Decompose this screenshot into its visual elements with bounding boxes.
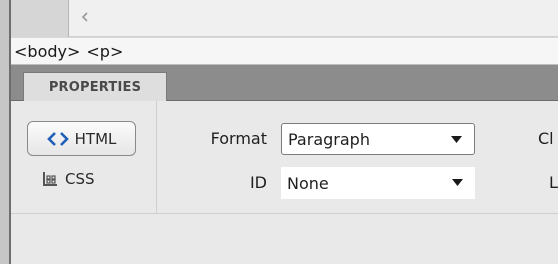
tag-body[interactable]: <body> [14,42,80,61]
html-mode-button[interactable]: HTML [27,121,136,156]
caret-down-icon [451,136,462,143]
panel-divider [11,213,558,214]
scrollbar-corner [11,0,69,37]
scroll-left-button[interactable] [74,6,96,28]
css-button-label: CSS [65,170,95,188]
window-frame-left [0,0,11,264]
class-label: Cl [538,129,554,148]
caret-down-icon [452,179,463,186]
chevron-left-icon [81,12,88,22]
css-mode-button[interactable]: CSS [41,164,127,194]
id-select-value: None [287,173,329,193]
css-layout-icon [41,170,59,188]
horizontal-scrollbar[interactable] [11,0,558,37]
tag-p[interactable]: <p> [86,42,123,61]
format-select-value: Paragraph [288,129,370,149]
mode-switch-column: HTML CSS [11,101,157,213]
tab-properties[interactable]: PROPERTIES [23,72,167,101]
properties-panel: HTML CSS Format Paragraph ID None Cl L [11,101,558,264]
id-label: ID [249,173,267,192]
id-select[interactable]: None [281,167,475,199]
format-label: Format [210,129,267,148]
tag-selector-bar: <body> <p> [11,37,558,65]
format-select[interactable]: Paragraph [281,123,475,155]
properties-tab-strip: PROPERTIES [11,65,558,101]
link-label: L [549,173,558,192]
html-button-label: HTML [74,129,117,148]
code-brackets-icon [46,131,69,147]
